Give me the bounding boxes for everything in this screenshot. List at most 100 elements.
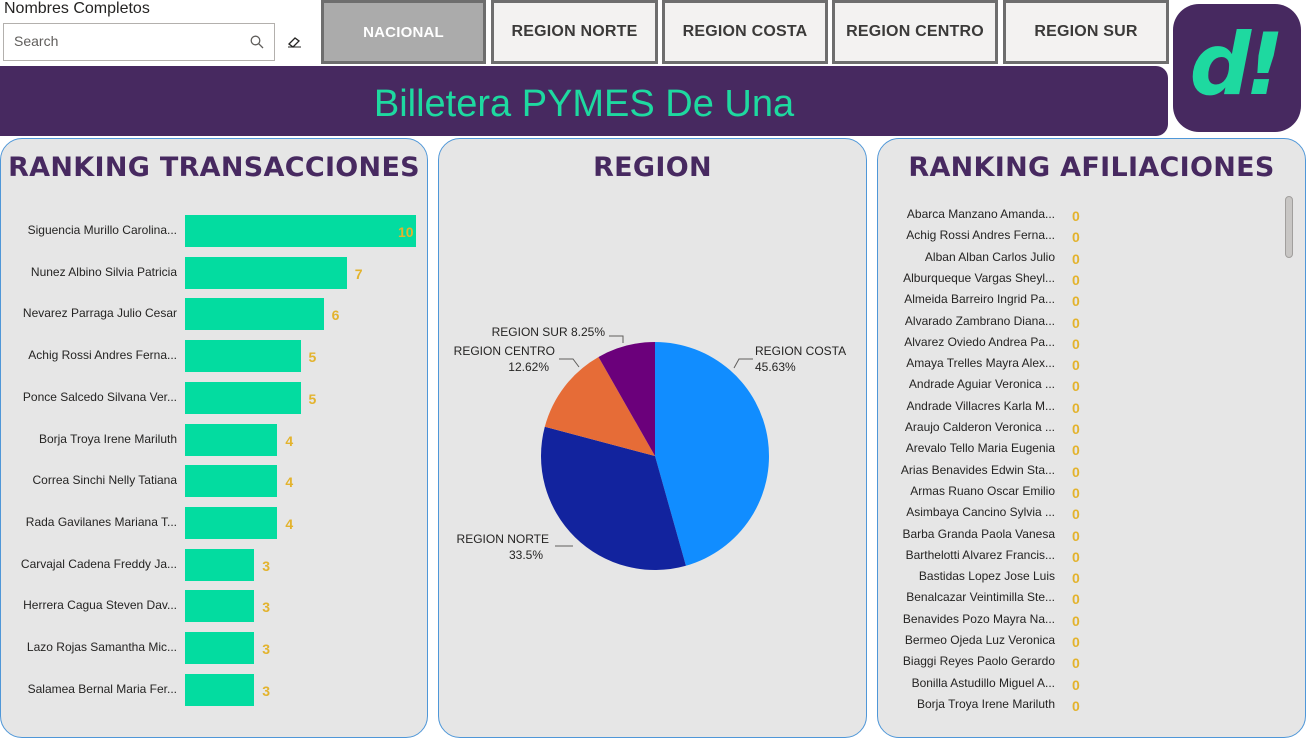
region-centro-button[interactable]: REGION CENTRO xyxy=(832,0,998,64)
pie-slice-percent: 45.63% xyxy=(755,360,796,374)
afiliacion-value: 0 xyxy=(1072,271,1080,288)
afiliacion-value: 0 xyxy=(1072,527,1080,544)
bar-category-label: Nevarez Parraga Julio Cesar xyxy=(22,306,177,321)
afiliacion-value: 0 xyxy=(1072,676,1080,693)
afiliacion-name: Asimbaya Cancino Sylvia ... xyxy=(906,505,1055,520)
bar-category-label: Achig Rossi Andres Ferna... xyxy=(28,348,177,363)
afiliacion-value: 0 xyxy=(1072,442,1080,459)
pie-leader-line xyxy=(733,358,753,369)
ranking-transacciones-title: RANKING TRANSACCIONES xyxy=(8,152,420,183)
bar-category-label: Rada Gavilanes Mariana T... xyxy=(25,514,177,529)
afiliacion-name: Achig Rossi Andres Ferna... xyxy=(906,228,1055,243)
afiliacion-value: 0 xyxy=(1072,570,1080,587)
bar[interactable] xyxy=(185,548,255,581)
search-input[interactable] xyxy=(14,33,234,49)
afiliacion-value: 0 xyxy=(1072,697,1080,714)
bar-value-label: 4 xyxy=(285,432,294,449)
afiliacion-value: 0 xyxy=(1072,357,1080,374)
afiliacion-name: Andrade Villacres Karla M... xyxy=(906,398,1055,413)
afiliacion-value: 0 xyxy=(1072,250,1080,267)
afiliacion-name: Alban Alban Carlos Julio xyxy=(924,249,1055,264)
bar-value-label: 5 xyxy=(308,349,317,366)
bar-value-label: 3 xyxy=(262,641,271,657)
bar-category-label: Correa Sinchi Nelly Tatiana xyxy=(32,473,177,488)
bar[interactable] xyxy=(185,506,278,539)
afiliacion-name: Armas Ruano Oscar Emilio xyxy=(910,483,1055,498)
bar-value-label: 5 xyxy=(308,390,317,407)
bar[interactable] xyxy=(185,256,347,289)
search-box[interactable] xyxy=(3,23,275,61)
banner: Billetera PYMES De Una xyxy=(0,66,1168,136)
afiliacion-name: Bermeo Ojeda Luz Veronica xyxy=(904,633,1055,647)
bar-category-label: Salamea Bernal Maria Fer... xyxy=(27,681,177,696)
afiliacion-name: Almeida Barreiro Ingrid Pa... xyxy=(904,292,1055,307)
afiliacion-name: Alvarado Zambrano Diana... xyxy=(904,313,1055,328)
bar[interactable] xyxy=(185,381,301,414)
afiliacion-value: 0 xyxy=(1072,548,1080,565)
afiliacion-value: 0 xyxy=(1072,229,1080,246)
afiliacion-value: 0 xyxy=(1072,634,1080,650)
bar-category-label: Lazo Rojas Samantha Mic... xyxy=(26,640,177,654)
afiliacion-value: 0 xyxy=(1072,655,1080,672)
bar-value-label: 6 xyxy=(331,307,340,324)
ranking-afiliaciones-panel: RANKING AFILIACIONES Abarca Manzano Aman… xyxy=(877,138,1306,738)
afiliacion-value: 0 xyxy=(1072,208,1080,224)
slicer-title: Nombres Completos xyxy=(4,0,150,17)
afiliacion-name: Andrade Aguiar Veronica ... xyxy=(908,377,1055,392)
bar[interactable] xyxy=(185,215,416,247)
afiliacion-name: Barthelotti Alvarez Francis... xyxy=(905,547,1055,562)
afiliacion-value: 0 xyxy=(1072,421,1080,437)
pie-leader-line xyxy=(609,335,624,343)
afiliacion-name: Barba Granda Paola Vanesa xyxy=(902,526,1055,541)
afiliacion-value: 0 xyxy=(1072,314,1080,331)
region-norte-button[interactable]: REGION NORTE xyxy=(491,0,658,64)
afiliacion-value: 0 xyxy=(1072,591,1080,608)
region-costa-button[interactable]: REGION COSTA xyxy=(662,0,828,64)
bar-category-label: Siguencia Murillo Carolina... xyxy=(27,223,177,237)
bar[interactable] xyxy=(185,632,255,664)
afiliacion-name: Amaya Trelles Mayra Alex... xyxy=(906,356,1055,371)
bar-value-label: 4 xyxy=(285,515,294,532)
afiliacion-value: 0 xyxy=(1072,612,1080,629)
bar[interactable] xyxy=(185,423,278,456)
bar-category-label: Carvajal Cadena Freddy Ja... xyxy=(20,556,177,571)
bar-category-label: Herrera Cagua Steven Dav... xyxy=(23,598,177,613)
pie-slice-percent: 12.62% xyxy=(508,360,549,374)
afiliacion-value: 0 xyxy=(1072,335,1080,352)
pie-slice-label: REGION COSTA xyxy=(755,344,846,358)
bar[interactable] xyxy=(185,673,255,706)
bar-value-label: 3 xyxy=(262,557,271,574)
afiliaciones-scrollbar[interactable] xyxy=(1285,196,1293,258)
bar[interactable] xyxy=(185,465,278,498)
pie-slice-label: REGION CENTRO xyxy=(454,344,555,358)
bar-category-label: Ponce Salcedo Silvana Ver... xyxy=(22,389,177,404)
bar-category-label: Borja Troya Irene Mariluth xyxy=(38,431,177,446)
bar[interactable] xyxy=(185,340,301,373)
bar-value-label: 7 xyxy=(354,265,363,282)
logo: d! xyxy=(1173,4,1301,132)
afiliacion-value: 0 xyxy=(1072,484,1080,501)
ranking-transacciones-panel: RANKING TRANSACCIONES Siguencia Murillo … xyxy=(0,138,428,738)
afiliacion-value: 0 xyxy=(1072,293,1080,310)
region-panel: REGION REGION COSTA 45.63% REGION NORTE 33.… xyxy=(438,138,867,738)
afiliacion-name: Alburqueque Vargas Sheyl... xyxy=(903,270,1055,285)
eraser-icon[interactable] xyxy=(287,35,303,53)
afiliacion-value: 0 xyxy=(1072,399,1080,416)
bar[interactable] xyxy=(185,590,255,623)
afiliacion-value: 0 xyxy=(1072,378,1080,395)
afiliacion-name: Arevalo Tello Maria Eugenia xyxy=(905,441,1055,456)
banner-title: Billetera PYMES De Una xyxy=(373,82,795,125)
pie-slice-percent: 33.5% xyxy=(509,548,543,562)
nacional-button[interactable]: NACIONAL xyxy=(321,0,486,64)
logo-text: d! xyxy=(1189,15,1285,115)
search-icon[interactable] xyxy=(250,35,264,54)
afiliacion-name: Borja Troya Irene Mariluth xyxy=(916,696,1055,711)
bar-value-label: 4 xyxy=(285,474,294,491)
pie-leader-line xyxy=(559,358,580,368)
region-sur-button[interactable]: REGION SUR xyxy=(1003,0,1169,64)
bar[interactable] xyxy=(185,298,324,331)
afiliacion-name: Biaggi Reyes Paolo Gerardo xyxy=(902,654,1055,669)
afiliacion-value: 0 xyxy=(1072,463,1080,480)
afiliacion-name: Benavides Pozo Mayra Na... xyxy=(902,611,1055,626)
bar-value-label: 10 xyxy=(398,224,414,240)
